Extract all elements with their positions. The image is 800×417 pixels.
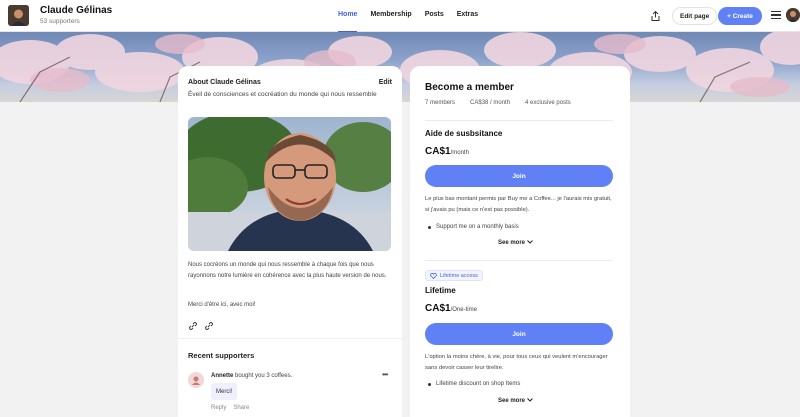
tier-description: Le plus bas montant permis par Buy me a …: [425, 196, 612, 213]
create-button[interactable]: + Create: [718, 7, 762, 25]
supporter-message: Merci!: [211, 383, 238, 400]
lifetime-access-badge: Lifetime access: [425, 270, 483, 281]
membership-stats: 7 members CA$38 / month 4 exclusive post…: [425, 100, 571, 106]
supporter-name[interactable]: Annette: [211, 373, 233, 379]
about-title: About Claude Gélinas: [188, 79, 261, 86]
more-options-icon[interactable]: •••: [382, 370, 388, 379]
see-more-button[interactable]: See more: [498, 398, 533, 404]
supporter-entry: Annette bought you 3 coffees.: [211, 373, 292, 379]
tier-name: Lifetime: [425, 286, 456, 295]
heart-icon: [430, 272, 437, 279]
account-avatar[interactable]: [786, 8, 800, 22]
membership-card: Become a member 7 members CA$38 / month …: [410, 66, 630, 417]
about-description: Nous cocréons un monde qui nous ressembl…: [188, 262, 387, 279]
tier-name: Aide de susbsitance: [425, 129, 503, 138]
chevron-down-icon: [526, 240, 533, 244]
main-nav: Home Membership Posts Extras: [338, 0, 478, 32]
profile-photo: [188, 117, 391, 251]
tier-benefit: Support me on a monthly basis: [428, 224, 519, 230]
supporter-count: 53 supporters: [40, 18, 80, 25]
membership-title: Become a member: [425, 82, 514, 93]
about-card: About Claude Gélinas Edit Éveil de consc…: [178, 66, 402, 417]
reply-link[interactable]: Reply: [211, 405, 226, 411]
tier-price: CA$1/One-time: [425, 303, 477, 314]
nav-extras[interactable]: Extras: [457, 0, 478, 32]
recent-supporters-title: Recent supporters: [188, 351, 255, 360]
see-more-button[interactable]: See more: [498, 240, 533, 246]
divider: [425, 260, 613, 261]
exclusive-posts: 4 exclusive posts: [525, 100, 571, 106]
about-tagline: Éveil de consciences et cocréation du mo…: [188, 91, 377, 98]
about-edit-link[interactable]: Edit: [379, 79, 392, 86]
nav-home[interactable]: Home: [338, 0, 358, 32]
monthly-total: CA$38 / month: [470, 100, 511, 106]
members-count: 7 members: [425, 100, 456, 106]
tier-price: CA$1/month: [425, 146, 469, 157]
supporter-actions: Reply Share: [211, 405, 249, 411]
share-button[interactable]: [646, 7, 664, 25]
join-button[interactable]: Join: [425, 165, 613, 187]
creator-name[interactable]: Claude Gélinas: [40, 5, 112, 16]
creator-avatar[interactable]: [8, 5, 29, 26]
link-icon[interactable]: [204, 318, 214, 330]
divider: [178, 338, 402, 339]
edit-page-button[interactable]: Edit page: [672, 7, 718, 25]
supporter-avatar: [188, 372, 204, 388]
about-thanks: Merci d'être ici, avec moi!: [188, 302, 256, 308]
tier-benefit: Lifetime discount on shop Items: [428, 381, 520, 387]
chevron-down-icon: [526, 398, 533, 402]
top-navbar: Claude Gélinas 53 supporters Home Member…: [0, 0, 800, 32]
join-button[interactable]: Join: [425, 323, 613, 345]
share-icon: [651, 11, 659, 21]
nav-posts[interactable]: Posts: [425, 0, 444, 32]
share-link[interactable]: Share: [233, 405, 249, 411]
tier-description: L'option la moins chère, à vie, pour tou…: [425, 354, 608, 371]
nav-membership[interactable]: Membership: [370, 0, 411, 32]
divider: [425, 120, 613, 121]
social-links: [188, 318, 214, 330]
supporter-action: bought you 3 coffees.: [233, 373, 293, 379]
hamburger-menu-icon[interactable]: [771, 11, 781, 21]
link-icon[interactable]: [188, 318, 198, 330]
